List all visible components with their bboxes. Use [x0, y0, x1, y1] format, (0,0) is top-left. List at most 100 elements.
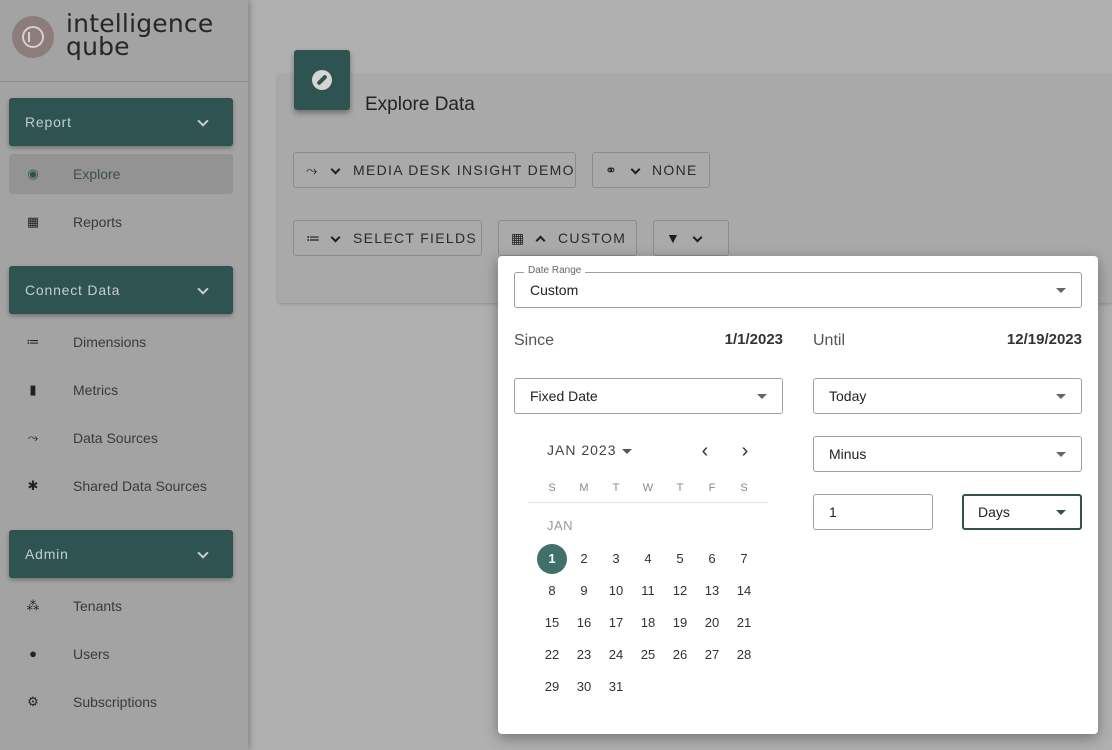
sidebar-item-label: Subscriptions: [73, 694, 158, 710]
date-range-legend: Date Range: [524, 266, 586, 276]
sidebar-item-reports[interactable]: ▦ Reports: [9, 202, 233, 242]
calendar-day[interactable]: 18: [633, 608, 663, 638]
weekday-label: S: [548, 482, 556, 494]
calendar-day[interactable]: 30: [569, 672, 599, 702]
calendar-day[interactable]: 4: [633, 544, 663, 574]
chevron-down-icon: [692, 232, 703, 243]
chevron-down-icon: [197, 547, 209, 559]
date-range-value: Custom: [530, 282, 579, 298]
chevron-left-icon[interactable]: ‹: [695, 441, 715, 461]
chevron-down-icon: [630, 164, 641, 175]
data-source-label: MEDIA DESK INSIGHT DEMO: [353, 162, 575, 178]
link-select-button[interactable]: ⚭ NONE: [592, 152, 710, 188]
table-icon: ▦: [26, 214, 40, 229]
page-title: Explore Data: [365, 94, 475, 115]
person-icon: ●: [29, 646, 37, 661]
nav-section-connect-data[interactable]: Connect Data: [9, 266, 233, 314]
weekday-label: M: [579, 482, 589, 494]
logo: intelligence qube: [0, 0, 248, 82]
calendar-day[interactable]: 15: [537, 608, 567, 638]
chevron-down-icon: [197, 115, 209, 127]
calendar-section-label: JAN: [547, 518, 574, 533]
sidebar-item-label: Shared Data Sources: [73, 478, 207, 494]
calendar-day[interactable]: 21: [729, 608, 759, 638]
chevron-down-icon: [330, 164, 341, 175]
calendar-day[interactable]: 12: [665, 576, 695, 606]
calendar-day[interactable]: 2: [569, 544, 599, 574]
filter-button[interactable]: ▼: [653, 220, 729, 256]
calendar-day-selected[interactable]: 1: [537, 544, 567, 574]
calendar-day[interactable]: 9: [569, 576, 599, 606]
calendar-day[interactable]: 13: [697, 576, 727, 606]
dropdown-caret-icon: [757, 394, 767, 399]
sidebar-item-explore[interactable]: ◉ Explore: [9, 154, 233, 194]
dropdown-caret-icon: [1056, 510, 1066, 515]
calendar-day[interactable]: 19: [665, 608, 695, 638]
until-mode-select[interactable]: Today: [813, 378, 1082, 414]
calendar-day[interactable]: 28: [729, 640, 759, 670]
chevron-up-icon: [535, 235, 546, 246]
calendar-day[interactable]: 29: [537, 672, 567, 702]
calendar-day[interactable]: 23: [569, 640, 599, 670]
compass-icon: [312, 70, 332, 90]
calendar-day[interactable]: 26: [665, 640, 695, 670]
offset-mode-value: Minus: [829, 446, 867, 462]
chevron-right-icon[interactable]: ›: [735, 441, 755, 461]
calendar-day[interactable]: 20: [697, 608, 727, 638]
group-icon: ⁂: [26, 598, 40, 613]
sidebar-item-subscriptions[interactable]: ⚙ Subscriptions: [9, 682, 233, 722]
dropdown-caret-icon: [1056, 394, 1066, 399]
sidebar-item-label: Data Sources: [73, 430, 158, 446]
data-source-select-button[interactable]: ⤳ MEDIA DESK INSIGHT DEMO: [293, 152, 576, 188]
sidebar-item-shared-data-sources[interactable]: ✱ Shared Data Sources: [9, 466, 233, 506]
calendar-day[interactable]: 25: [633, 640, 663, 670]
nav-section-report[interactable]: Report: [9, 98, 233, 146]
date-range-select[interactable]: Custom: [514, 272, 1082, 308]
calendar-month-label[interactable]: JAN 2023: [547, 442, 616, 458]
calendar-day[interactable]: 31: [601, 672, 631, 702]
weekday-label: T: [612, 482, 620, 494]
calendar-day[interactable]: 5: [665, 544, 695, 574]
calendar-day[interactable]: 17: [601, 608, 631, 638]
calendar-day[interactable]: 3: [601, 544, 631, 574]
sidebar-item-users[interactable]: ● Users: [9, 634, 233, 674]
sidebar-item-label: Tenants: [73, 598, 123, 614]
offset-unit-select[interactable]: Days: [962, 494, 1082, 530]
offset-unit-value: Days: [978, 504, 1010, 520]
date-range-button[interactable]: ▦ CUSTOM: [498, 220, 637, 256]
calendar-day[interactable]: 16: [569, 608, 599, 638]
until-value: 12/19/2023: [1006, 331, 1082, 348]
date-range-label: CUSTOM: [558, 230, 627, 246]
calendar-day[interactable]: 6: [697, 544, 727, 574]
dropdown-caret-icon: [1056, 452, 1066, 457]
sidebar-item-metrics[interactable]: ▮ Metrics: [9, 370, 233, 410]
sidebar-item-dimensions[interactable]: ≔ Dimensions: [9, 322, 233, 362]
calendar-day[interactable]: 7: [729, 544, 759, 574]
calendar-day[interactable]: 24: [601, 640, 631, 670]
since-mode-value: Fixed Date: [530, 388, 598, 404]
since-mode-select[interactable]: Fixed Date: [514, 378, 783, 414]
sidebar-item-tenants[interactable]: ⁂ Tenants: [9, 586, 233, 626]
calendar-day[interactable]: 27: [697, 640, 727, 670]
list-icon: ≔: [306, 230, 322, 246]
select-fields-button[interactable]: ≔ SELECT FIELDS: [293, 220, 482, 256]
month-dropdown-caret-icon[interactable]: [622, 449, 632, 454]
sidebar-item-label: Users: [73, 646, 110, 662]
calendar-day[interactable]: 14: [729, 576, 759, 606]
sidebar-item-label: Dimensions: [73, 334, 147, 350]
nav-section-label: Report: [25, 114, 72, 130]
calendar-day[interactable]: 22: [537, 640, 567, 670]
nav-section-admin[interactable]: Admin: [9, 530, 233, 578]
sidebar-item-label: Explore: [73, 166, 121, 182]
calendar-day[interactable]: 10: [601, 576, 631, 606]
weekday-label: S: [740, 482, 748, 494]
compass-icon: ◉: [27, 166, 39, 181]
sidebar-item-data-sources[interactable]: ⤳ Data Sources: [9, 418, 233, 458]
calendar-day[interactable]: 11: [633, 576, 663, 606]
link-label: NONE: [652, 162, 698, 178]
merge-icon: ⤳: [27, 430, 39, 445]
offset-amount-input[interactable]: 1: [813, 494, 933, 530]
calendar-day[interactable]: 8: [537, 576, 567, 606]
offset-mode-select[interactable]: Minus: [813, 436, 1082, 472]
weekday-label: W: [642, 482, 654, 494]
